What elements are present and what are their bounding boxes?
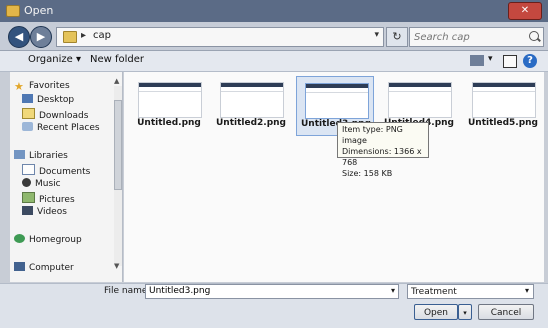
sidebar-item-label: Desktop — [37, 95, 75, 105]
libraries-icon — [14, 150, 25, 159]
new-folder-button[interactable]: New folder — [90, 54, 144, 65]
sidebar-item-documents[interactable]: Documents — [22, 164, 90, 177]
file-name-label: File name: — [104, 286, 151, 296]
file-item[interactable]: Untitled5.png — [464, 76, 542, 136]
sidebar-item-label: Libraries — [29, 151, 68, 161]
recent-places-icon — [22, 122, 33, 131]
file-thumbnail — [305, 83, 369, 119]
search-icon[interactable] — [529, 31, 539, 41]
tooltip-dimensions: Dimensions: 1366 x 768 — [342, 147, 422, 167]
tooltip-size: Size: 158 KB — [342, 169, 393, 178]
sidebar-item-recent-places[interactable]: Recent Places — [22, 122, 100, 133]
sidebar-item-label: Videos — [37, 207, 67, 217]
sidebar-item-label: Computer — [29, 263, 74, 273]
footer-panel: File name: ▾ Treatment ▾ Open ▾ Cancel — [0, 283, 548, 328]
search-input[interactable] — [414, 30, 524, 44]
sidebar-item-libraries[interactable]: Libraries — [14, 150, 68, 161]
search-box[interactable] — [409, 27, 544, 47]
file-type-dropdown-icon[interactable]: ▾ — [525, 286, 529, 295]
breadcrumb[interactable]: cap — [93, 30, 111, 41]
breadcrumb-arrow-icon[interactable]: ▸ — [81, 30, 86, 41]
forward-button[interactable]: ▶ — [30, 26, 52, 48]
file-thumbnail — [388, 82, 452, 118]
sidebar-item-label: Downloads — [39, 111, 89, 121]
computer-icon — [14, 262, 25, 271]
back-button[interactable]: ◀ — [8, 26, 30, 48]
desktop-icon — [22, 94, 33, 103]
sidebar-item-music[interactable]: Music — [22, 178, 61, 189]
sidebar-item-pictures[interactable]: Pictures — [22, 192, 75, 205]
file-name: Untitled.png — [137, 118, 201, 128]
address-row: ◀ ▶ ▸ cap ▾ ↻ — [0, 22, 548, 51]
open-options-button[interactable]: ▾ — [458, 304, 472, 320]
sidebar-item-favorites[interactable]: ★ Favorites — [14, 80, 70, 93]
sidebar-item-desktop[interactable]: Desktop — [22, 94, 74, 105]
homegroup-icon — [14, 234, 25, 243]
sidebar-item-label: Music — [35, 179, 61, 189]
documents-icon — [22, 164, 35, 175]
preview-pane-icon[interactable] — [503, 55, 517, 68]
command-toolbar: Organize ▾ New folder ▾ ? — [0, 51, 548, 72]
views-icon[interactable] — [470, 55, 484, 66]
sidebar-item-label: Favorites — [29, 81, 70, 91]
videos-icon — [22, 206, 33, 215]
file-thumbnail — [220, 82, 284, 118]
sidebar-item-homegroup[interactable]: Homegroup — [14, 234, 82, 245]
music-icon — [22, 178, 31, 187]
scroll-up-icon[interactable]: ▲ — [114, 77, 119, 85]
file-name: Untitled2.png — [215, 118, 286, 128]
views-dropdown-icon[interactable]: ▾ — [488, 54, 493, 64]
sidebar-item-label: Pictures — [39, 195, 75, 205]
cancel-button[interactable]: Cancel — [478, 304, 534, 320]
star-icon: ★ — [14, 80, 24, 93]
file-thumbnail — [472, 82, 536, 118]
close-button[interactable]: ✕ — [508, 2, 542, 20]
sidebar-scroll-thumb[interactable] — [114, 100, 122, 190]
navigation-pane: ★ Favorites Desktop Downloads Recent Plac… — [10, 72, 123, 282]
scroll-down-icon[interactable]: ▼ — [114, 262, 119, 270]
file-item[interactable]: Untitled2.png — [212, 76, 290, 136]
downloads-icon — [22, 108, 35, 119]
sidebar-item-videos[interactable]: Videos — [22, 206, 67, 217]
sidebar-item-label: Recent Places — [37, 123, 100, 133]
folder-icon — [63, 31, 77, 43]
window-title: Open — [24, 4, 54, 17]
file-type-select[interactable]: Treatment — [407, 284, 534, 299]
file-item[interactable]: Untitled.png — [130, 76, 208, 136]
address-bar[interactable]: ▸ cap ▾ — [56, 27, 384, 47]
file-name: Untitled5.png — [467, 118, 538, 128]
open-button[interactable]: Open — [414, 304, 458, 320]
sidebar-item-computer[interactable]: Computer — [14, 262, 74, 273]
help-icon[interactable]: ? — [523, 54, 537, 68]
sidebar-item-downloads[interactable]: Downloads — [22, 108, 88, 121]
organize-button[interactable]: Organize ▾ — [28, 54, 81, 65]
file-list: Untitled.png Untitled2.png Untitled3.png… — [124, 72, 544, 282]
title-bar: Open ✕ — [0, 0, 548, 22]
tooltip-item-type: Item type: PNG image — [342, 125, 403, 145]
file-tooltip: Item type: PNG image Dimensions: 1366 x … — [337, 122, 429, 178]
folder-icon — [6, 5, 20, 17]
sidebar-item-label: Documents — [39, 167, 91, 177]
file-name-field[interactable] — [145, 284, 399, 299]
sidebar-item-label: Homegroup — [29, 235, 82, 245]
file-name-dropdown-icon[interactable]: ▾ — [391, 286, 395, 295]
open-file-dialog: Open ✕ ◀ ▶ ▸ cap ▾ ↻ Organize ▾ New fold… — [0, 0, 548, 328]
address-dropdown-icon[interactable]: ▾ — [374, 30, 379, 40]
refresh-button[interactable]: ↻ — [386, 27, 408, 47]
file-thumbnail — [138, 82, 202, 118]
pictures-icon — [22, 192, 35, 203]
